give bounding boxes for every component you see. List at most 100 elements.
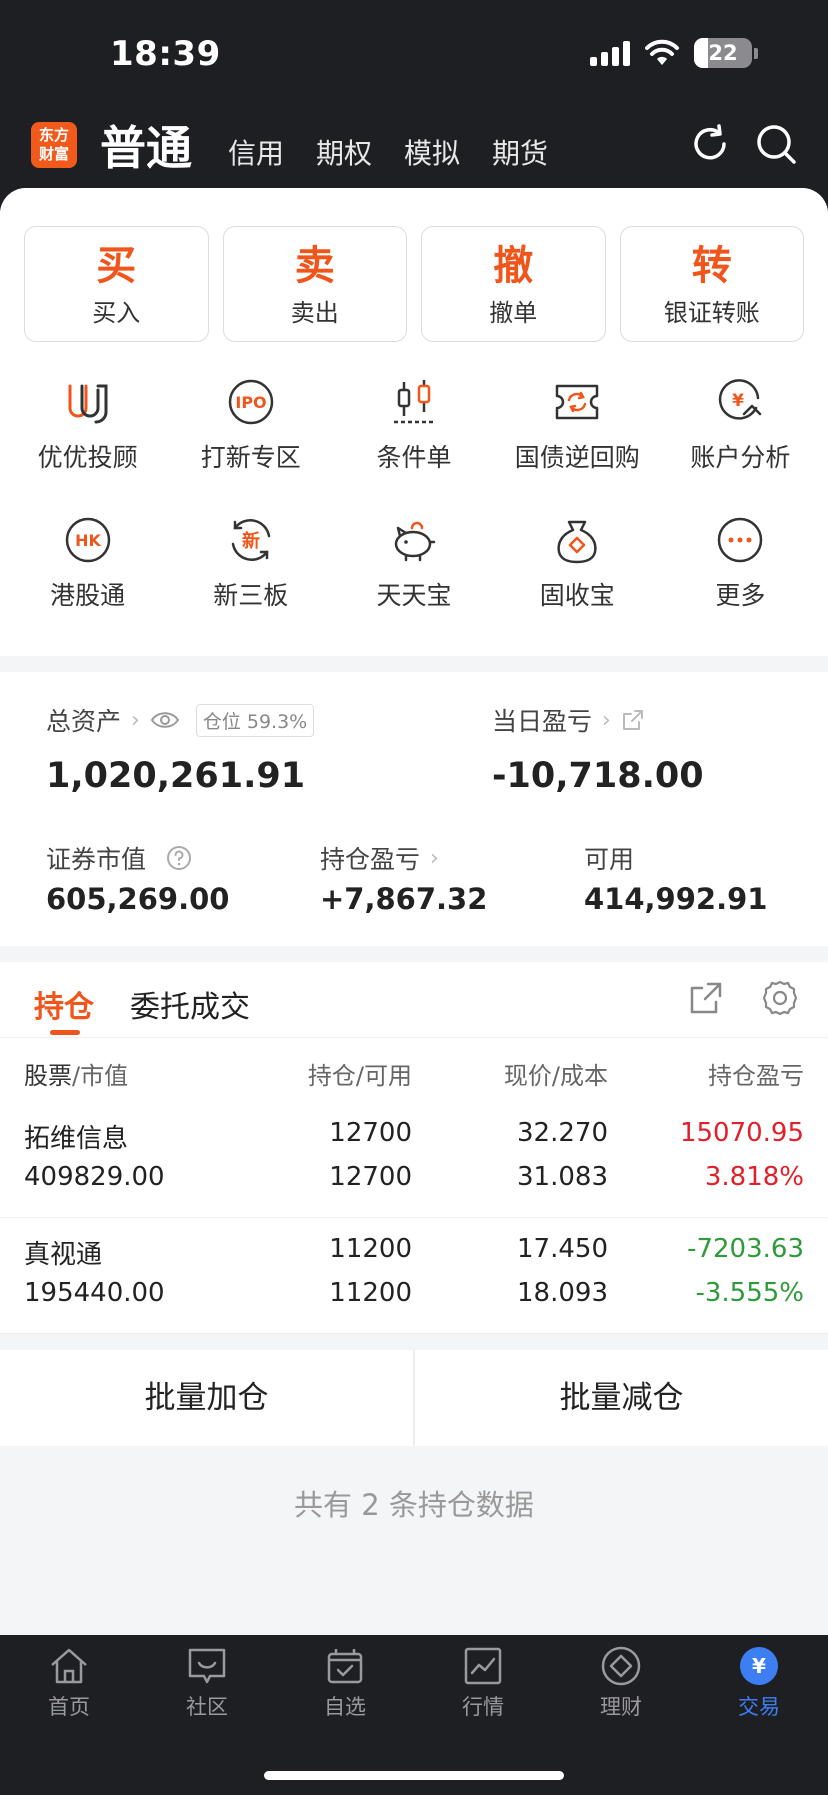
col-stock-sub: /市值 — [72, 1062, 129, 1090]
feature-ipo-zone[interactable]: IPO 打新专区 — [169, 356, 332, 494]
feature-uu-advisor[interactable]: 优优投顾 — [6, 356, 169, 494]
nav-watchlist[interactable]: 自选 — [276, 1635, 414, 1733]
feature-account-analysis[interactable]: ¥ 账户分析 — [659, 356, 822, 494]
home-indicator — [264, 1771, 564, 1780]
stock-cost: 31.083 — [517, 1162, 608, 1192]
feature-label: 更多 — [715, 581, 766, 610]
nav-trade[interactable]: ¥ 交易 — [690, 1635, 828, 1733]
nav-market[interactable]: 行情 — [414, 1635, 552, 1733]
col-qty-header: 持仓/可用 — [308, 1056, 412, 1091]
sell-glyph: 卖 — [294, 243, 335, 289]
battery-level: 22 — [708, 41, 738, 65]
holdings-tabs: 持仓 委托成交 — [0, 962, 828, 1038]
holding-pl-link[interactable]: 持仓盈亏 › — [320, 840, 439, 876]
feature-label: 优优投顾 — [37, 443, 138, 472]
share-icon[interactable] — [688, 980, 724, 1016]
feature-tiantianbao[interactable]: 天天宝 — [332, 494, 495, 632]
home-icon — [51, 1648, 87, 1684]
help-icon[interactable] — [166, 845, 192, 871]
buy-button[interactable]: 买 买入 — [24, 226, 209, 342]
tab-futures[interactable]: 期货 — [492, 132, 548, 172]
holdings-panel: 持仓 委托成交 股票/市值 持仓/可用 现价/成本 持仓盈亏 拓维信息 4098… — [0, 962, 828, 1334]
trade-icon-text: ¥ — [752, 1654, 766, 1678]
nav-label: 社区 — [186, 1695, 228, 1719]
table-row[interactable]: 拓维信息 409829.00 12700 12700 32.270 31.083… — [0, 1102, 828, 1218]
feature-new-third-board[interactable]: 新 新三板 — [169, 494, 332, 632]
tab-normal[interactable]: 普通 — [100, 112, 192, 178]
stock-price: 17.450 — [517, 1234, 608, 1264]
total-assets-value: 1,020,261.91 — [46, 756, 306, 796]
status-time: 18:39 — [110, 34, 221, 74]
feature-hk-connect[interactable]: HK 港股通 — [6, 494, 169, 632]
ipo-icon-text: IPO — [235, 393, 266, 412]
bank-transfer-button[interactable]: 转 银证转账 — [619, 226, 804, 342]
col-qty-sub: /可用 — [355, 1062, 412, 1090]
holding-pl-label: 持仓盈亏 — [320, 845, 421, 874]
account-type-header: 东方 财富 普通 信用 期权 模拟 期货 — [0, 108, 828, 188]
feature-more[interactable]: 更多 — [659, 494, 822, 632]
stock-pl: -7203.63 — [687, 1234, 804, 1264]
stock-market-value: 409829.00 — [24, 1162, 165, 1192]
stock-name: 拓维信息 — [24, 1124, 129, 1154]
col-price-header: 现价/成本 — [504, 1056, 608, 1091]
battery-tip — [754, 47, 758, 59]
feature-conditional-order[interactable]: 条件单 — [332, 356, 495, 494]
holding-pl-value: +7,867.32 — [320, 882, 488, 916]
batch-actions: 批量加仓 批量减仓 — [0, 1350, 828, 1446]
tab-orders-trades[interactable]: 委托成交 — [130, 982, 250, 1026]
total-assets-link[interactable]: 总资产 › 仓位 59.3% — [46, 702, 315, 738]
stock-qty: 11200 — [329, 1234, 412, 1264]
table-row[interactable]: 真视通 195440.00 11200 11200 17.450 18.093 … — [0, 1218, 828, 1334]
share-icon[interactable] — [621, 708, 645, 732]
active-tab-indicator — [50, 1030, 80, 1035]
new-third-board-icon: 新 — [231, 519, 271, 561]
gear-icon[interactable] — [762, 980, 798, 1016]
batch-reduce-button[interactable]: 批量减仓 — [415, 1350, 828, 1446]
feature-label: 新三板 — [213, 581, 289, 610]
nav-home[interactable]: 首页 — [0, 1635, 138, 1733]
tab-simulated[interactable]: 模拟 — [404, 132, 460, 172]
tab-options[interactable]: 期权 — [316, 132, 372, 172]
available-value: 414,992.91 — [584, 882, 768, 916]
more-icon — [718, 517, 763, 563]
account-tabs: 信用 期权 模拟 期货 — [228, 132, 548, 172]
feature-label: 固收宝 — [539, 581, 615, 610]
new-third-board-icon-text: 新 — [242, 530, 260, 552]
stock-available: 11200 — [329, 1278, 412, 1308]
watchlist-icon — [327, 1649, 363, 1684]
trade-main-content: 买 买入 卖 卖出 撤 撤单 转 银证转账 优优投顾 IPO 打新专区 条件单 … — [0, 188, 828, 1635]
feature-reverse-repo[interactable]: 国债逆回购 — [496, 356, 659, 494]
ipo-icon: IPO — [228, 379, 274, 425]
bottom-nav: 首页 社区 自选 行情 理财 ¥ 交易 — [0, 1635, 828, 1795]
search-icon[interactable] — [754, 122, 798, 166]
hk-icon-text: HK — [75, 531, 101, 550]
community-icon — [188, 1648, 226, 1684]
nav-wealth[interactable]: 理财 — [552, 1635, 690, 1733]
col-qty: 持仓 — [307, 1062, 356, 1090]
stock-cost: 18.093 — [517, 1278, 608, 1308]
sell-button[interactable]: 卖 卖出 — [222, 226, 407, 342]
cancel-order-button[interactable]: 撤 撤单 — [421, 226, 606, 342]
daily-pl-link[interactable]: 当日盈亏 › — [492, 702, 645, 738]
feature-gushoubao[interactable]: 固收宝 — [496, 494, 659, 632]
market-value-label: 证券市值 — [46, 845, 147, 874]
stock-qty: 12700 — [329, 1118, 412, 1148]
eye-icon[interactable] — [150, 710, 180, 730]
market-value-label-group: 证券市值 — [46, 840, 192, 876]
battery-icon: 22 — [694, 38, 752, 68]
status-bar: 18:39 22 — [0, 0, 828, 108]
cancel-glyph: 撤 — [493, 243, 534, 289]
logo-line-2: 财富 — [38, 145, 69, 163]
stock-name: 真视通 — [24, 1240, 103, 1270]
daily-pl-label: 当日盈亏 — [492, 707, 593, 736]
batch-add-button[interactable]: 批量加仓 — [0, 1350, 413, 1446]
transfer-label: 银证转账 — [663, 299, 760, 327]
trade-icon: ¥ — [740, 1647, 778, 1685]
status-icons: 22 — [590, 38, 758, 68]
tab-positions[interactable]: 持仓 — [34, 982, 94, 1026]
chevron-right-icon: › — [602, 707, 611, 733]
refresh-icon[interactable] — [688, 122, 732, 166]
tab-credit[interactable]: 信用 — [228, 132, 284, 172]
nav-community[interactable]: 社区 — [138, 1635, 276, 1733]
hk-icon: HK — [65, 517, 110, 563]
